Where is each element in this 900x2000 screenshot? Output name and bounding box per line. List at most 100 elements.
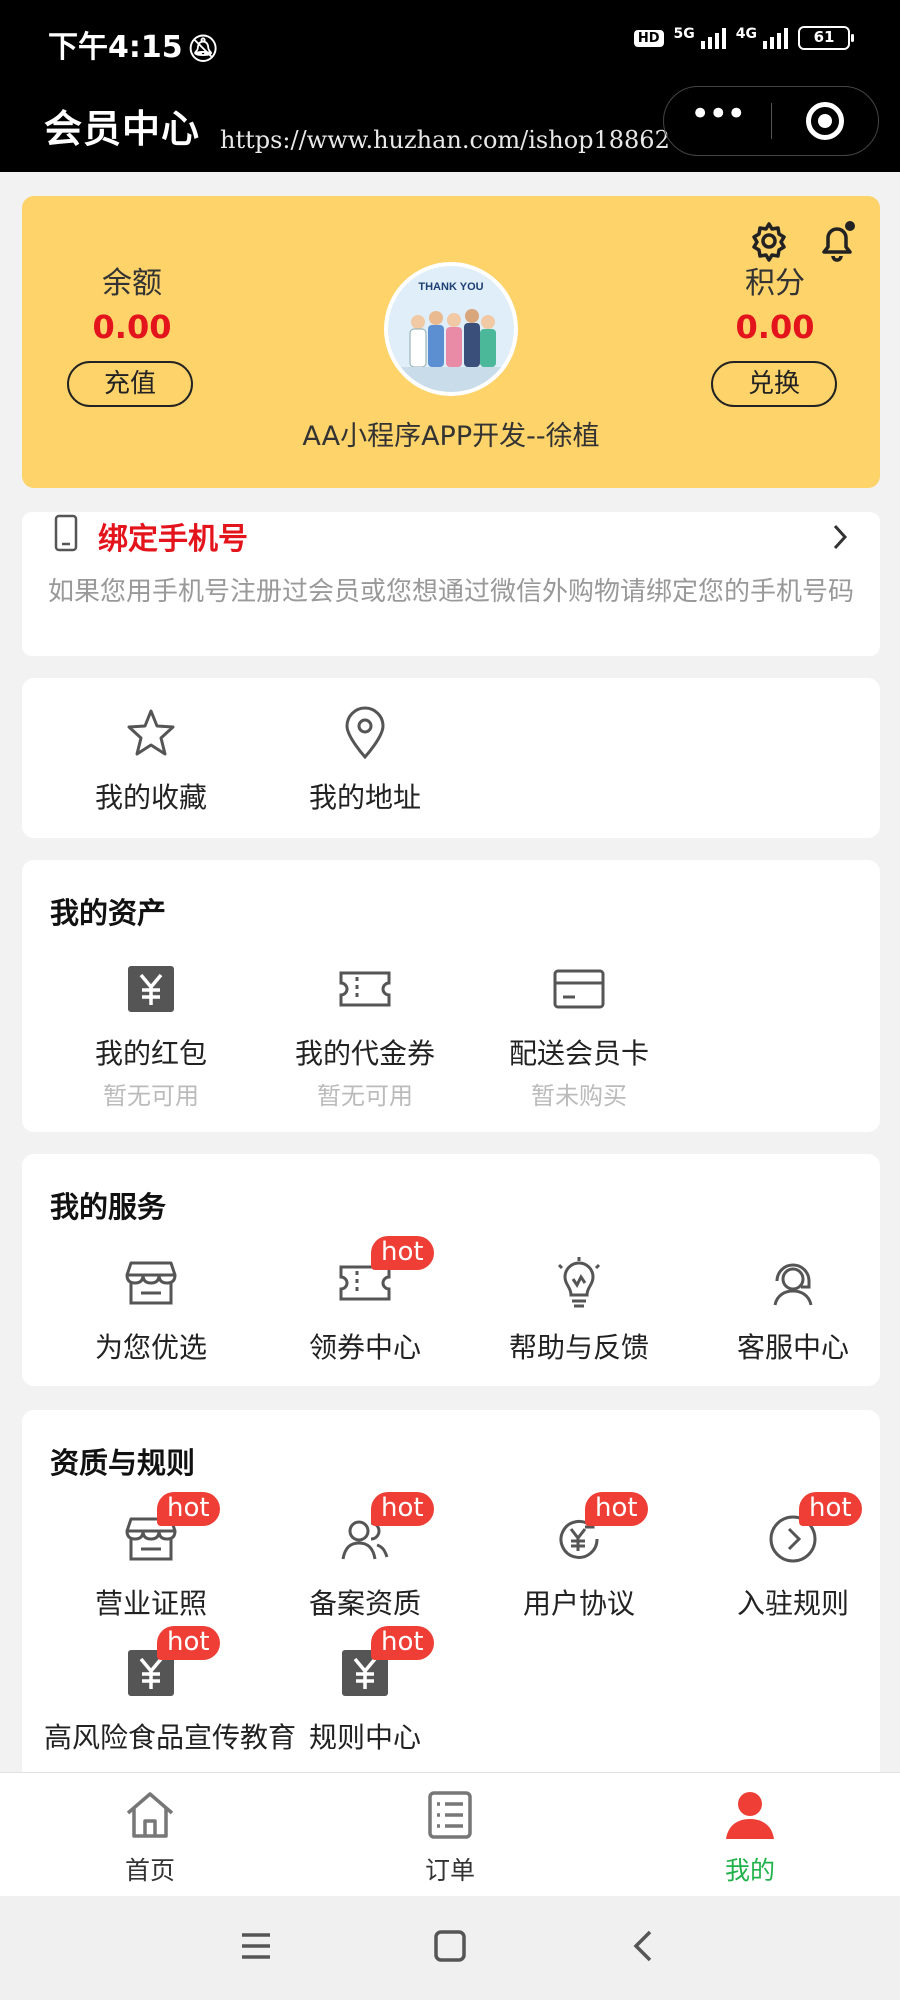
thank-you-avatar-image: THANK YOU bbox=[388, 266, 514, 392]
card-icon bbox=[553, 969, 605, 1009]
system-nav-bar bbox=[0, 1896, 900, 2000]
battery-icon: 61 bbox=[798, 26, 854, 50]
headset-icon bbox=[773, 1263, 813, 1306]
balance-label: 余额 bbox=[102, 266, 162, 301]
tab-home[interactable]: 首页 bbox=[70, 1789, 230, 1887]
food-safety-education-link[interactable]: hot 高风险食品宣传教育 bbox=[44, 1626, 297, 1756]
recommend-link[interactable]: 为您优选 bbox=[44, 1252, 258, 1366]
lightbulb-icon bbox=[557, 1257, 601, 1308]
hot-badge: hot bbox=[157, 1492, 220, 1526]
order-list-icon bbox=[428, 1791, 472, 1839]
balance-value: 0.00 bbox=[92, 308, 172, 346]
voucher-status: 暂无可用 bbox=[317, 1082, 413, 1110]
watermark-url: https://www.huzhan.com/ishop18862 bbox=[220, 126, 670, 154]
favorites-label: 我的收藏 bbox=[94, 781, 207, 814]
nickname: AA小程序APP开发--徐植 bbox=[302, 421, 600, 452]
help-feedback-link[interactable]: 帮助与反馈 bbox=[472, 1252, 686, 1366]
hot-badge: hot bbox=[799, 1492, 862, 1526]
network-5g-label: 5G bbox=[673, 26, 695, 42]
status-time: 下午4:15 🔕︎ bbox=[48, 22, 220, 66]
signal-icon bbox=[700, 27, 726, 49]
bind-phone-card[interactable]: 绑定手机号 如果您用手机号注册过会员或您想通过微信外购物请绑定您的手机号码 bbox=[22, 512, 880, 656]
business-license-label: 营业证照 bbox=[94, 1587, 207, 1620]
settlement-rules-link[interactable]: hot 入驻规则 bbox=[686, 1492, 900, 1622]
shop-icon bbox=[125, 1261, 177, 1305]
business-license-link[interactable]: hot 营业证照 bbox=[44, 1492, 258, 1622]
hot-badge: hot bbox=[157, 1626, 220, 1660]
home-square-icon[interactable] bbox=[430, 1926, 470, 1966]
delivery-card-status: 暂未购买 bbox=[531, 1082, 627, 1110]
chevron-right-icon bbox=[833, 524, 848, 550]
assets-card: 我的资产 我的红包 暂无可用 我的代金券 暂无可用 配送会员卡 暂未购买 bbox=[22, 860, 880, 1132]
hd-badge: HD bbox=[633, 29, 664, 47]
quick-links-card: 我的收藏 我的地址 bbox=[22, 678, 880, 838]
red-packet-link[interactable]: 我的红包 暂无可用 bbox=[44, 958, 258, 1111]
clock-text: 下午4:15 bbox=[48, 30, 183, 65]
close-mini-program-button[interactable] bbox=[771, 102, 878, 140]
rules-center-link[interactable]: hot 规则中心 bbox=[258, 1626, 472, 1756]
rules-title: 资质与规则 bbox=[50, 1446, 196, 1480]
bottom-tab-bar: 首页 订单 我的 bbox=[0, 1772, 900, 1896]
coupon-center-link[interactable]: hot 领券中心 bbox=[258, 1236, 472, 1366]
mobile-phone-icon bbox=[54, 514, 78, 552]
red-packet-icon bbox=[128, 966, 174, 1012]
settlement-rules-label: 入驻规则 bbox=[736, 1587, 849, 1620]
favorites-link[interactable]: 我的收藏 bbox=[44, 702, 258, 816]
coupon-icon bbox=[339, 971, 391, 1007]
food-safety-education-label: 高风险食品宣传教育 bbox=[44, 1721, 297, 1754]
voucher-link[interactable]: 我的代金券 暂无可用 bbox=[258, 958, 472, 1111]
member-card: 余额 0.00 充值 THANK YOU AA小程序APP开发--徐植 积分 0… bbox=[22, 196, 880, 488]
user-agreement-link[interactable]: hot 用户协议 bbox=[472, 1492, 686, 1622]
network-4g-label: 4G bbox=[735, 26, 757, 42]
menu-icon[interactable] bbox=[236, 1926, 276, 1966]
hot-badge: hot bbox=[371, 1236, 434, 1270]
hot-badge: hot bbox=[585, 1492, 648, 1526]
rules-center-label: 规则中心 bbox=[308, 1721, 421, 1754]
customer-service-label: 客服中心 bbox=[736, 1331, 849, 1364]
recommend-label: 为您优选 bbox=[94, 1331, 207, 1364]
recharge-button[interactable]: 充值 bbox=[67, 361, 193, 407]
address-link[interactable]: 我的地址 bbox=[258, 702, 472, 816]
filing-qualification-link[interactable]: hot 备案资质 bbox=[258, 1492, 472, 1622]
tab-orders[interactable]: 订单 bbox=[370, 1789, 530, 1887]
tab-home-label: 首页 bbox=[124, 1856, 175, 1885]
bell-muted-icon: 🔕︎ bbox=[186, 34, 220, 64]
status-indicators: HD 5G 4G 61 bbox=[633, 26, 854, 50]
voucher-label: 我的代金券 bbox=[294, 1037, 435, 1070]
assets-title: 我的资产 bbox=[50, 896, 167, 930]
bind-phone-description: 如果您用手机号注册过会员或您想通过微信外购物请绑定您的手机号码 bbox=[48, 577, 855, 607]
filing-qualification-label: 备案资质 bbox=[308, 1587, 421, 1620]
signal-icon bbox=[763, 27, 788, 49]
user-agreement-label: 用户协议 bbox=[522, 1587, 635, 1620]
page-title: 会员中心 bbox=[44, 107, 201, 151]
points-block: 积分 0.00 bbox=[710, 258, 840, 346]
mini-program-capsule: ••• bbox=[663, 86, 879, 156]
services-card: 我的服务 为您优选 hot 领券中心 帮助与反馈 客服中心 bbox=[22, 1154, 880, 1386]
help-feedback-label: 帮助与反馈 bbox=[508, 1331, 649, 1364]
red-packet-status: 暂无可用 bbox=[103, 1082, 199, 1110]
top-bar: 下午4:15 🔕︎ HD 5G 4G 61 会员中心 https://www.hu… bbox=[0, 0, 900, 172]
star-icon bbox=[127, 709, 175, 756]
address-label: 我的地址 bbox=[308, 781, 421, 814]
rules-card: 资质与规则 hot 营业证照 hot 备案资质 hot 用户协议 hot 入驻规… bbox=[22, 1410, 880, 1830]
more-menu-button[interactable]: ••• bbox=[664, 97, 771, 138]
bind-phone-title: 绑定手机号 bbox=[98, 522, 248, 557]
user-icon bbox=[726, 1792, 774, 1839]
back-icon[interactable] bbox=[624, 1926, 664, 1966]
hot-badge: hot bbox=[371, 1626, 434, 1660]
tab-mine-label: 我的 bbox=[724, 1856, 775, 1885]
points-label: 积分 bbox=[745, 266, 805, 301]
services-title: 我的服务 bbox=[50, 1190, 167, 1224]
avatar[interactable]: THANK YOU bbox=[384, 262, 518, 396]
avatar-text: THANK YOU bbox=[418, 281, 483, 293]
red-packet-label: 我的红包 bbox=[94, 1037, 207, 1070]
balance-block: 余额 0.00 bbox=[67, 258, 197, 346]
tab-orders-label: 订单 bbox=[424, 1856, 475, 1885]
tab-mine[interactable]: 我的 bbox=[670, 1789, 830, 1887]
home-icon bbox=[126, 1792, 174, 1838]
points-value: 0.00 bbox=[735, 308, 815, 346]
customer-service-link[interactable]: 客服中心 bbox=[686, 1252, 900, 1366]
exchange-button[interactable]: 兑换 bbox=[711, 361, 837, 407]
delivery-card-link[interactable]: 配送会员卡 暂未购买 bbox=[472, 958, 686, 1111]
coupon-center-label: 领券中心 bbox=[308, 1331, 421, 1364]
